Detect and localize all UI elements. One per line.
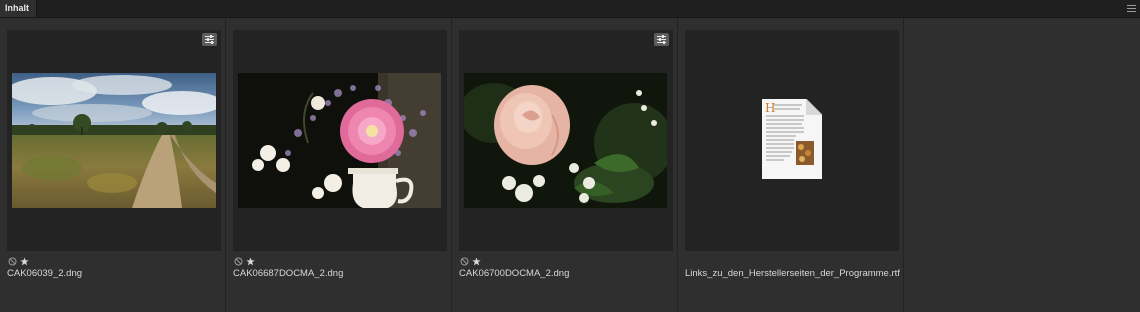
thumbnail-frame[interactable] — [233, 30, 447, 251]
thumbnail-frame[interactable] — [7, 30, 221, 251]
no-flag-icon[interactable] — [8, 257, 17, 266]
thumbnail-frame[interactable]: H — [685, 30, 899, 251]
landscape-image — [12, 73, 216, 208]
star-icon[interactable] — [20, 256, 29, 266]
content-item[interactable]: H Links_zu_den_Herstellerseiten_der_Prog — [678, 18, 904, 312]
empty-grid-area — [904, 18, 1140, 312]
rtf-document-icon: H — [760, 99, 824, 181]
panel-tab-bar: Inhalt — [0, 0, 1140, 18]
panel-menu-icon[interactable] — [1127, 5, 1136, 12]
svg-text:H: H — [765, 101, 775, 115]
adjustments-icon — [654, 33, 669, 46]
tab-inhalt[interactable]: Inhalt — [0, 0, 37, 17]
no-flag-icon[interactable] — [234, 257, 243, 266]
star-icon[interactable] — [472, 256, 481, 266]
thumbnail-frame[interactable] — [459, 30, 673, 251]
flower-bouquet-image — [238, 73, 441, 208]
content-item[interactable]: CAK06039_2.dng — [0, 18, 226, 312]
rating-row — [460, 256, 481, 266]
content-grid: CAK06039_2.dng CAK06687DOCMA_2.dng CAK06… — [0, 18, 1140, 312]
star-icon[interactable] — [246, 256, 255, 266]
content-item[interactable]: CAK06700DOCMA_2.dng — [452, 18, 678, 312]
file-name: Links_zu_den_Herstellerseiten_der_Progra… — [685, 268, 900, 279]
adjustments-icon — [202, 33, 217, 46]
rose-image — [464, 73, 667, 208]
no-flag-icon[interactable] — [460, 257, 469, 266]
file-name: CAK06700DOCMA_2.dng — [459, 268, 570, 279]
file-name: CAK06687DOCMA_2.dng — [233, 268, 344, 279]
rating-row — [8, 256, 29, 266]
rating-row — [234, 256, 255, 266]
file-name: CAK06039_2.dng — [7, 268, 83, 279]
content-item[interactable]: CAK06687DOCMA_2.dng — [226, 18, 452, 312]
